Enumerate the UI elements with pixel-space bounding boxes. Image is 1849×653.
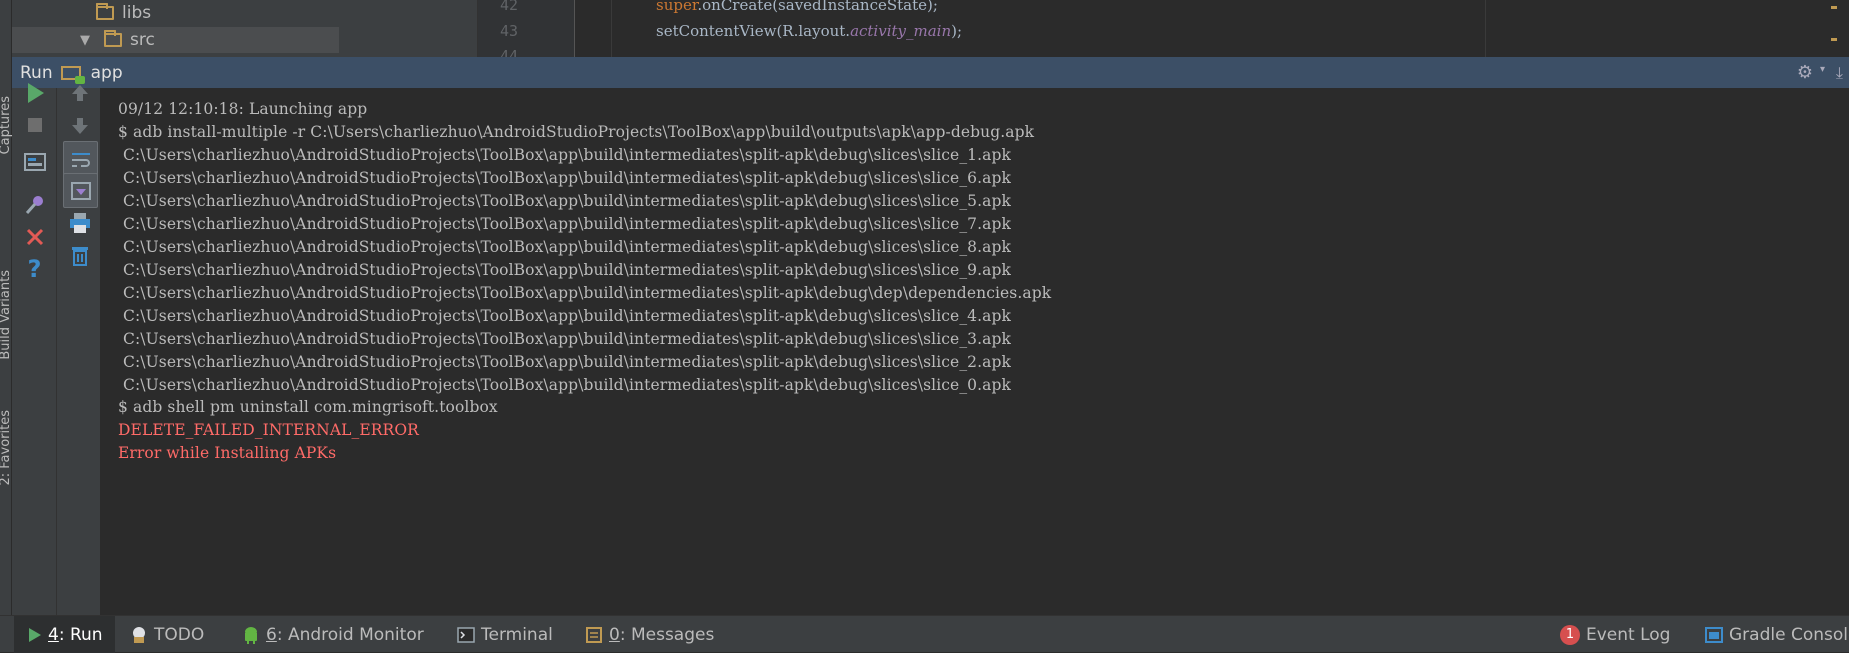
- code-text: );: [951, 22, 963, 40]
- tab-android-monitor-label: : Android Monitor: [276, 624, 424, 645]
- console-line: $ adb install-multiple -r C:\Users\charl…: [118, 123, 1035, 141]
- close-button[interactable]: [18, 220, 51, 253]
- tab-gradle-console[interactable]: Gradle Console: [1705, 616, 1849, 653]
- scroll-to-end-icon: [70, 181, 91, 200]
- help-icon: ?: [27, 254, 42, 283]
- console-line: C:\Users\charliezhuo\AndroidStudioProjec…: [118, 284, 1052, 302]
- android-icon: [242, 626, 260, 644]
- tab-messages-mnemonic: 0: [609, 624, 620, 645]
- console-line: 09/12 12:10:18: Launching app: [118, 100, 368, 118]
- event-log-badge: 1: [1560, 624, 1580, 645]
- close-icon: [26, 228, 43, 245]
- console-line: C:\Users\charliezhuo\AndroidStudioProjec…: [118, 376, 1012, 394]
- tool-window-bar: 4: Run TODO 6: Android Monitor Terminal …: [0, 615, 1849, 653]
- tree-item-label: libs: [122, 3, 152, 23]
- tab-event-log[interactable]: 1 Event Log: [1560, 616, 1670, 653]
- folder-icon: [96, 3, 114, 20]
- code-line-43: setContentView(R.layout.activity_main);: [656, 22, 962, 40]
- project-tree: libs ▼ src: [12, 0, 477, 57]
- console-line: C:\Users\charliezhuo\AndroidStudioProjec…: [118, 353, 1012, 371]
- code-text: .onCreate(savedInstanceState);: [697, 0, 938, 14]
- tab-terminal[interactable]: Terminal: [457, 616, 553, 653]
- tab-messages-label: : Messages: [619, 624, 715, 645]
- tab-terminal-label: Terminal: [481, 624, 553, 645]
- code-text: setContentView(R.layout.: [656, 22, 851, 40]
- console-line: C:\Users\charliezhuo\AndroidStudioProjec…: [118, 215, 1012, 233]
- console-error-line: Error while Installing APKs: [118, 444, 337, 462]
- console-line: C:\Users\charliezhuo\AndroidStudioProjec…: [118, 169, 1012, 187]
- tab-event-log-label: Event Log: [1586, 624, 1671, 645]
- code-line-42: super.onCreate(savedInstanceState);: [656, 0, 938, 14]
- right-margin-guide: [1485, 0, 1486, 57]
- messages-icon: [585, 626, 603, 644]
- gear-icon[interactable]: ⚙: [1797, 62, 1813, 83]
- error-stripe-marker: [1831, 6, 1837, 9]
- tab-run-label: : Run: [58, 624, 103, 645]
- soft-wrap-icon: [71, 152, 90, 167]
- run-toolbar-primary: ?: [12, 82, 57, 615]
- tab-android-monitor-mnemonic: 6: [266, 624, 277, 645]
- console-line: C:\Users\charliezhuo\AndroidStudioProjec…: [118, 192, 1012, 210]
- code-editor[interactable]: 42 43 44 super.onCreate(savedInstanceSta…: [477, 0, 1849, 65]
- tab-gradle-console-label: Gradle Console: [1729, 624, 1849, 645]
- scroll-up-button[interactable]: [63, 76, 96, 109]
- console-error-line: DELETE_FAILED_INTERNAL_ERROR: [118, 421, 419, 439]
- scroll-down-button[interactable]: [63, 109, 96, 142]
- clear-all-button[interactable]: [63, 238, 96, 271]
- code-field: activity_main: [850, 22, 952, 40]
- todo-icon: [130, 626, 148, 644]
- tab-run[interactable]: 4: Run: [14, 616, 115, 653]
- soft-wrap-toggle[interactable]: [63, 141, 98, 176]
- line-number: 42: [500, 0, 519, 14]
- print-icon: [69, 212, 90, 233]
- indent-guide: [611, 0, 612, 57]
- code-keyword: super: [656, 0, 698, 14]
- run-panel-header: Run app ⚙ ▾ ⤓: [12, 57, 1849, 88]
- console-line: C:\Users\charliezhuo\AndroidStudioProjec…: [118, 307, 1012, 325]
- console-line: $ adb shell pm uninstall com.mingrisoft.…: [118, 398, 498, 416]
- left-tool-strip: Captures Build Variants 2: Favorites: [0, 0, 13, 615]
- trash-icon: [71, 246, 88, 266]
- restore-layout-button[interactable]: [18, 145, 51, 178]
- gradle-console-icon: [1705, 626, 1723, 643]
- layout-icon: [23, 152, 46, 171]
- help-button[interactable]: ?: [18, 252, 51, 285]
- play-icon: [27, 82, 44, 103]
- console-line: C:\Users\charliezhuo\AndroidStudioProjec…: [118, 146, 1012, 164]
- tab-todo[interactable]: TODO: [130, 616, 204, 653]
- chevron-down-icon[interactable]: ▾: [1820, 64, 1825, 75]
- tab-messages[interactable]: 0: Messages: [585, 616, 714, 653]
- arrow-down-icon: [71, 117, 88, 134]
- error-stripe-marker: [1831, 38, 1837, 41]
- expand-arrow-icon[interactable]: ▼: [80, 33, 90, 48]
- line-number: 43: [500, 22, 519, 40]
- stop-button[interactable]: [18, 108, 51, 141]
- hide-panel-icon[interactable]: ⤓: [1836, 63, 1843, 83]
- stop-icon: [27, 117, 42, 132]
- pin-icon: [25, 195, 43, 214]
- tab-android-monitor[interactable]: 6: Android Monitor: [242, 616, 424, 653]
- terminal-icon: [457, 626, 475, 643]
- console-line: C:\Users\charliezhuo\AndroidStudioProjec…: [118, 330, 1012, 348]
- run-console-output[interactable]: 09/12 12:10:18: Launching app $ adb inst…: [101, 88, 1849, 615]
- tab-todo-label: TODO: [154, 624, 205, 645]
- run-toolbar-secondary: [57, 84, 101, 615]
- tree-item-label: src: [130, 30, 155, 50]
- print-button[interactable]: [63, 206, 96, 239]
- tab-run-mnemonic: 4: [48, 624, 59, 645]
- folder-icon: [104, 30, 122, 47]
- console-line: C:\Users\charliezhuo\AndroidStudioProjec…: [118, 261, 1012, 279]
- pin-tab-button[interactable]: [18, 187, 51, 220]
- rerun-button[interactable]: [18, 76, 51, 109]
- play-icon: [28, 627, 42, 643]
- arrow-up-icon: [71, 84, 88, 101]
- tree-item-libs[interactable]: libs: [96, 0, 151, 26]
- tree-item-src[interactable]: ▼ src: [12, 27, 339, 53]
- console-line: C:\Users\charliezhuo\AndroidStudioProjec…: [118, 238, 1012, 256]
- scroll-to-end-toggle[interactable]: [63, 173, 98, 208]
- line-gutter: 42 43 44: [478, 0, 575, 65]
